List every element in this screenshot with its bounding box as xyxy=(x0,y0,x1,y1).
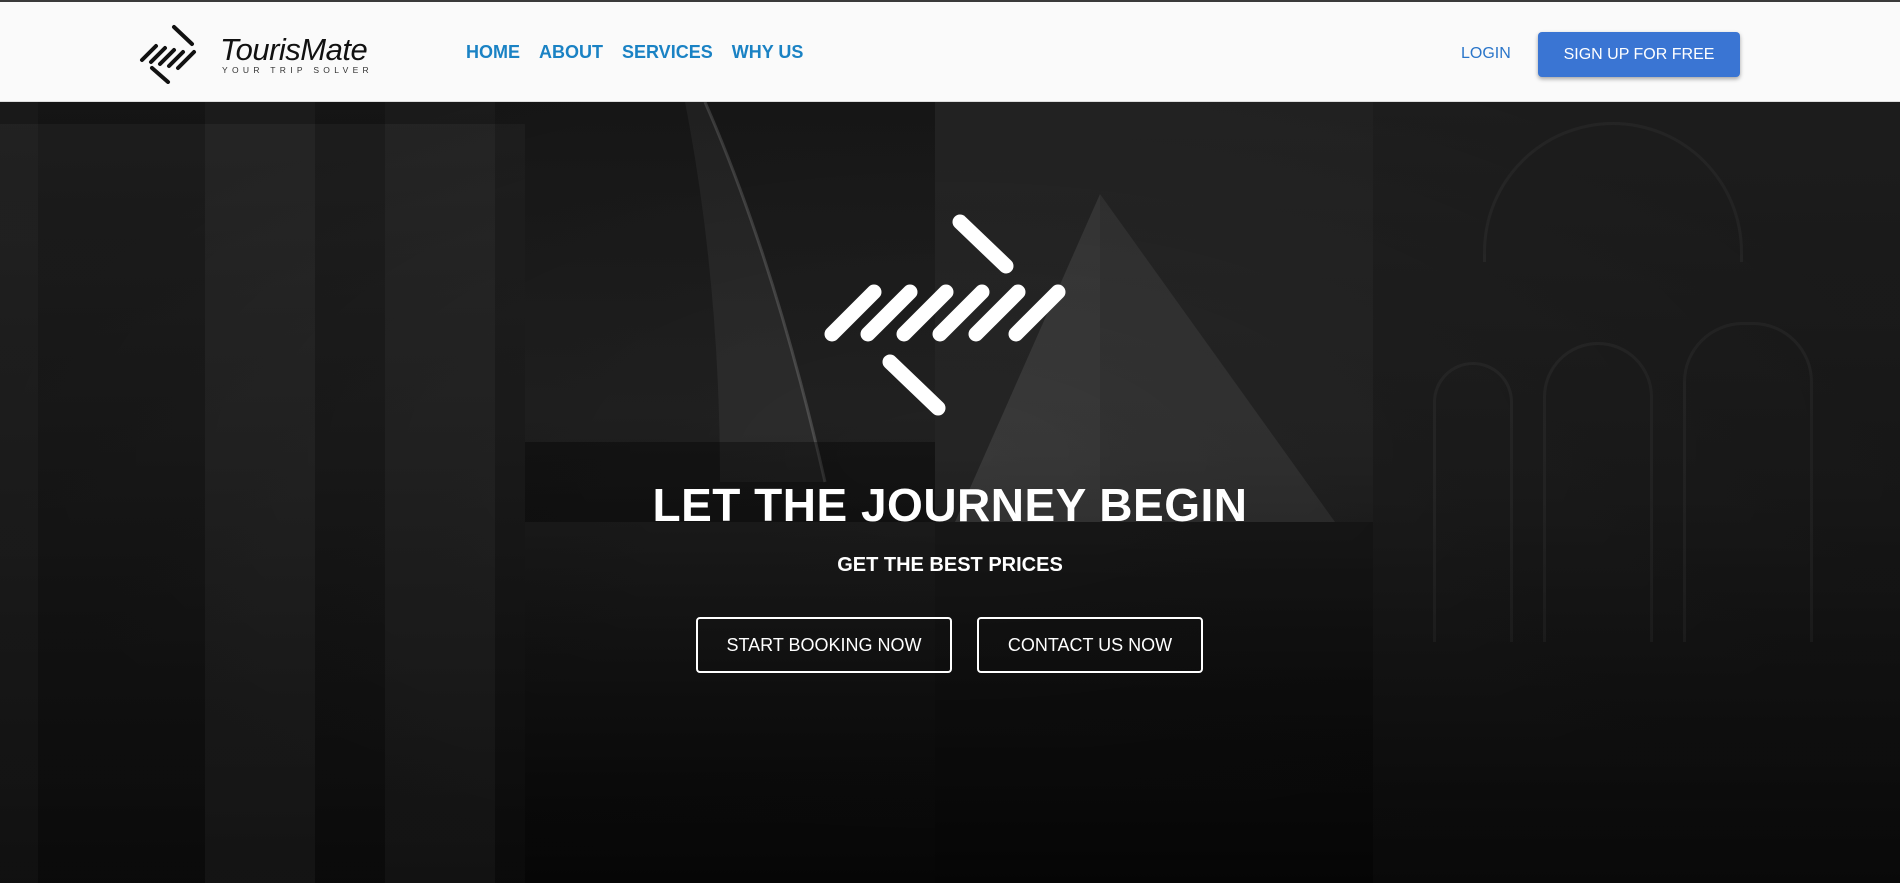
main-nav: HOME ABOUT SERVICES WHY US xyxy=(466,42,822,63)
hero-title: LET THE JOURNEY BEGIN xyxy=(652,479,1248,531)
nav-services[interactable]: SERVICES xyxy=(622,42,713,63)
brand-logo[interactable]: TourisMate YOUR TRIP SOLVER xyxy=(138,24,369,84)
hero-arrow-logo-icon xyxy=(824,214,1066,416)
logo-arrow-icon xyxy=(140,25,196,84)
brand-tagline: YOUR TRIP SOLVER xyxy=(222,65,373,75)
contact-us-button[interactable]: CONTACT US NOW xyxy=(977,617,1203,673)
nav-about[interactable]: ABOUT xyxy=(539,42,603,63)
navbar: TourisMate YOUR TRIP SOLVER HOME ABOUT S… xyxy=(0,0,1900,102)
brand-name: TourisMate xyxy=(220,32,368,67)
hero-section: LET THE JOURNEY BEGIN GET THE BEST PRICE… xyxy=(0,102,1900,883)
page: TourisMate YOUR TRIP SOLVER HOME ABOUT S… xyxy=(0,0,1900,883)
hero-subtitle: GET THE BEST PRICES xyxy=(837,554,1063,576)
signup-button[interactable]: SIGN UP FOR FREE xyxy=(1538,32,1740,77)
nav-why-us[interactable]: WHY US xyxy=(732,42,804,63)
nav-home[interactable]: HOME xyxy=(466,42,520,63)
start-booking-button[interactable]: START BOOKING NOW xyxy=(696,617,952,673)
login-link[interactable]: LOGIN xyxy=(1461,45,1511,63)
